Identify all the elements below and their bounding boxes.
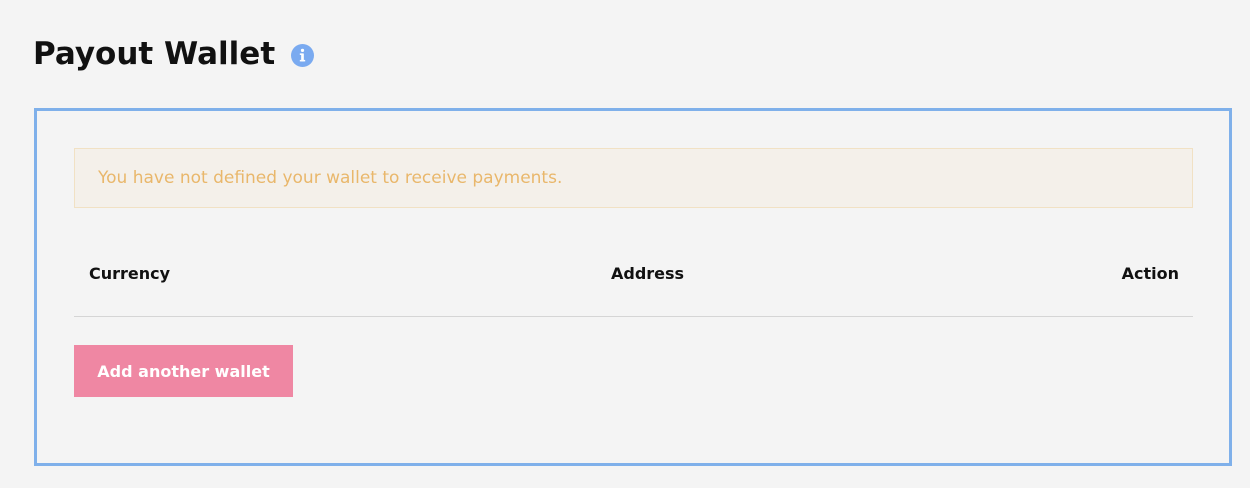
info-icon-graphic — [291, 43, 315, 67]
alert-message: You have not defined your wallet to rece… — [98, 168, 563, 188]
add-wallet-button[interactable]: Add another wallet — [74, 345, 293, 397]
wallet-table-header: Currency Address Action — [74, 251, 1193, 317]
wallet-card: You have not defined your wallet to rece… — [34, 108, 1232, 466]
page-header: Payout Wallet — [33, 34, 315, 74]
column-header-address: Address — [611, 264, 685, 283]
info-icon[interactable] — [291, 43, 315, 67]
column-header-action: Action — [1121, 264, 1179, 283]
page-title: Payout Wallet — [33, 36, 276, 72]
no-wallet-alert: You have not defined your wallet to rece… — [74, 148, 1193, 208]
column-header-currency: Currency — [89, 264, 171, 283]
payout-wallet-page: Payout Wallet You have not defined your … — [0, 0, 1250, 488]
